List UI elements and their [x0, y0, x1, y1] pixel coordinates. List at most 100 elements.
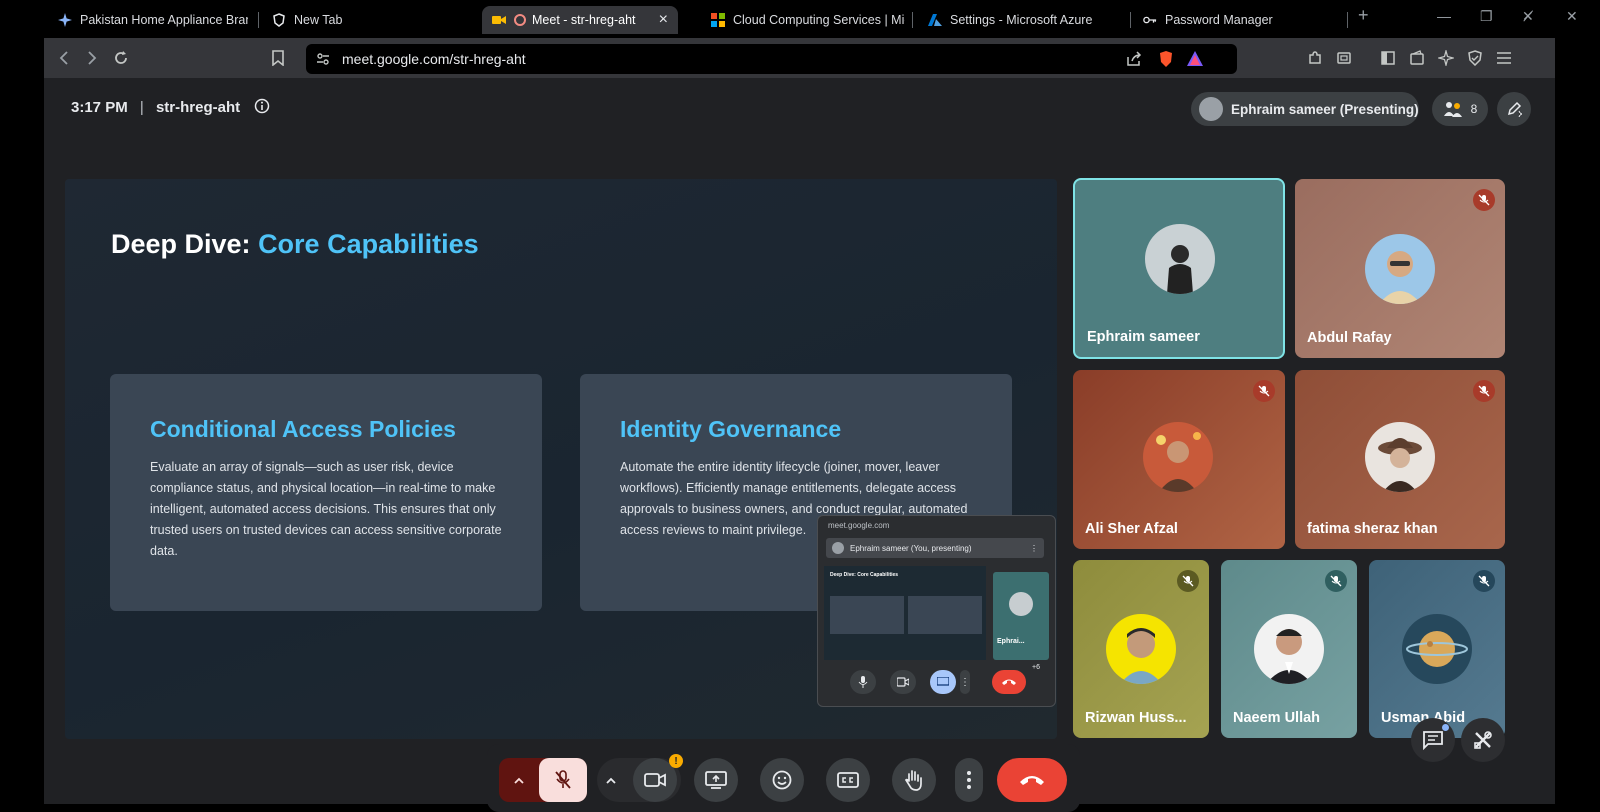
preview-tile-name: Ephrai...	[997, 638, 1025, 645]
participant-avatar	[1254, 614, 1324, 684]
participant-tile[interactable]: Usman Abid	[1369, 560, 1505, 738]
mic-off-icon	[1473, 189, 1495, 211]
tab-divider	[1347, 12, 1348, 28]
url-text: meet.google.com/str-hreg-aht	[342, 51, 526, 67]
browser-window: meet.google.com/str-hreg-aht 3:17 PM | s…	[44, 38, 1555, 812]
slide-card-conditional-access: Conditional Access Policies Evaluate an …	[110, 374, 542, 611]
forward-icon[interactable]	[82, 48, 102, 68]
camera-group: !	[597, 754, 683, 802]
leo-ai-icon[interactable]	[1436, 48, 1456, 68]
tab-divider	[1130, 12, 1131, 28]
preview-mic-button[interactable]	[850, 670, 876, 694]
more-vert-icon	[967, 771, 971, 789]
new-tab-button[interactable]: +	[1358, 5, 1369, 26]
back-icon[interactable]	[54, 48, 74, 68]
reload-icon[interactable]	[111, 48, 131, 68]
mic-off-icon	[1177, 570, 1199, 592]
tab-azure-settings[interactable]: Settings - Microsoft Azure	[928, 6, 1108, 34]
menu-icon[interactable]	[1494, 48, 1514, 68]
self-view-preview[interactable]: meet.google.com Ephraim sameer (You, pre…	[817, 515, 1056, 707]
leave-call-button[interactable]	[997, 758, 1067, 802]
preview-tile: Ephrai...	[993, 572, 1049, 660]
site-settings-icon[interactable]	[316, 52, 330, 71]
chat-button[interactable]	[1411, 718, 1455, 762]
meet-icon	[492, 13, 506, 27]
presenter-indicator[interactable]: Ephraim sameer (Presenting)	[1191, 92, 1419, 126]
preview-card	[908, 596, 982, 634]
mic-options-chevron-icon[interactable]	[499, 776, 539, 784]
maximize-button[interactable]: ❐	[1480, 8, 1493, 25]
captions-button[interactable]	[826, 758, 870, 802]
pencil-sparkle-icon	[1507, 101, 1522, 117]
mic-off-icon	[1325, 570, 1347, 592]
slide-title-prefix: Deep Dive:	[111, 229, 259, 259]
presenter-avatar	[1199, 97, 1223, 121]
mic-off-icon	[555, 770, 571, 789]
tab-cloud-computing[interactable]: Cloud Computing Services | Mic	[711, 6, 905, 34]
participant-tile[interactable]: fatima sheraz khan	[1295, 370, 1505, 549]
preview-more-icon[interactable]: ⋮	[1030, 544, 1038, 553]
preview-tile-avatar	[1009, 592, 1033, 616]
meeting-info-icon[interactable]	[254, 98, 270, 118]
present-icon	[937, 677, 949, 686]
preview-present-button[interactable]	[930, 670, 956, 694]
recording-icon	[514, 14, 526, 26]
brave-rewards-icon[interactable]	[1186, 50, 1204, 72]
meeting-time: 3:17 PM	[71, 98, 128, 116]
sidebar-icon[interactable]	[1378, 48, 1398, 68]
people-icon	[1443, 102, 1462, 117]
activities-icon	[1474, 731, 1492, 749]
participant-avatar	[1402, 614, 1472, 684]
card-title: Conditional Access Policies	[150, 416, 456, 442]
extensions-icon[interactable]	[1305, 48, 1325, 68]
brave-shields-icon[interactable]	[1158, 50, 1174, 73]
share-icon[interactable]	[1126, 51, 1142, 72]
present-screen-button[interactable]	[694, 758, 738, 802]
restore-button[interactable]: ✕̸	[1522, 8, 1534, 25]
host-controls-button[interactable]	[1497, 92, 1531, 126]
activities-button[interactable]	[1461, 718, 1505, 762]
wallet-icon[interactable]	[1407, 48, 1427, 68]
participant-tile[interactable]: Rizwan Huss...	[1073, 560, 1209, 738]
tab-pakistan-home-appliance[interactable]: Pakistan Home Appliance Brands	[58, 6, 248, 34]
bookmark-icon[interactable]	[268, 48, 288, 68]
reactions-button[interactable]	[760, 758, 804, 802]
preview-camera-button[interactable]	[890, 670, 916, 694]
more-options-button[interactable]	[955, 758, 983, 802]
tab-close-icon[interactable]: ×	[659, 11, 668, 29]
tab-label: Pakistan Home Appliance Brands	[80, 13, 248, 27]
more-vert-icon: ⋮	[960, 676, 970, 688]
presenter-name: Ephraim sameer (Presenting)	[1231, 101, 1419, 117]
preview-more-button[interactable]: ⋮	[960, 670, 970, 694]
preview-leave-button[interactable]	[992, 670, 1026, 694]
mic-icon	[858, 676, 868, 688]
vpn-shield-icon[interactable]	[1465, 48, 1485, 68]
raise-hand-button[interactable]	[892, 758, 936, 802]
participant-avatar	[1365, 422, 1435, 492]
people-button[interactable]: 8	[1432, 92, 1488, 126]
camera-options-chevron-icon[interactable]	[605, 771, 617, 789]
participant-tile[interactable]: Ephraim sameer	[1073, 178, 1285, 359]
hand-icon	[904, 770, 922, 791]
participant-tile[interactable]: Ali Sher Afzal	[1073, 370, 1285, 549]
tab-label: Cloud Computing Services | Mic	[733, 13, 905, 27]
participant-name: fatima sheraz khan	[1307, 521, 1438, 537]
tab-divider	[912, 12, 913, 28]
participant-tile[interactable]: Naeem Ullah	[1221, 560, 1357, 738]
mic-toggle-button[interactable]	[539, 758, 587, 802]
call-end-icon	[1020, 776, 1044, 785]
reader-icon[interactable]	[1334, 48, 1354, 68]
minimize-button[interactable]: —	[1437, 8, 1451, 24]
address-bar[interactable]: meet.google.com/str-hreg-aht	[306, 44, 1237, 74]
chat-icon	[1423, 731, 1443, 750]
closed-caption-icon	[837, 772, 859, 788]
tab-password-manager[interactable]: Password Manager	[1143, 6, 1323, 34]
participant-name: Ephraim sameer	[1087, 329, 1200, 345]
tab-new-tab[interactable]: New Tab	[272, 6, 462, 34]
tab-meet[interactable]: Meet - str-hreg-aht ×	[482, 6, 678, 34]
close-window-button[interactable]: ✕	[1566, 8, 1578, 25]
participant-tile[interactable]: Abdul Rafay	[1295, 179, 1505, 358]
preview-card	[830, 596, 904, 634]
meeting-code: str-hreg-aht	[155, 98, 241, 116]
tab-label: New Tab	[294, 13, 343, 27]
